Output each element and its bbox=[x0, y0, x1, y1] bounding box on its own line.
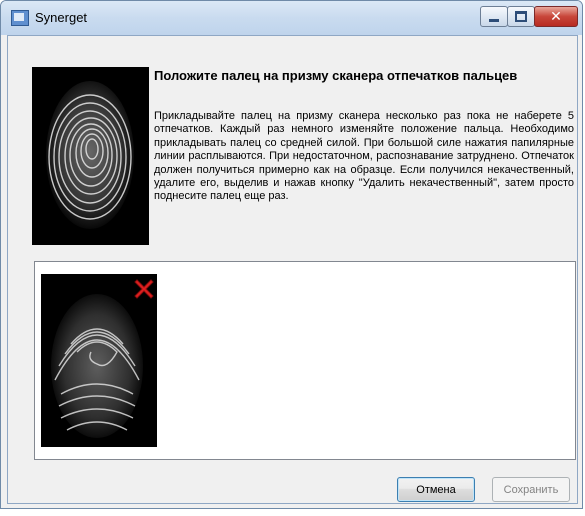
window-title: Synerget bbox=[35, 10, 88, 25]
title-bar[interactable]: Synerget ✕ bbox=[1, 1, 582, 35]
captured-print-item[interactable] bbox=[41, 274, 157, 447]
minimize-button[interactable] bbox=[480, 6, 508, 27]
maximize-icon bbox=[515, 11, 527, 22]
cancel-button[interactable]: Отмена bbox=[397, 477, 475, 502]
dialog-content: Положите палец на призму сканера отпечат… bbox=[7, 35, 578, 504]
sample-fingerprint-image bbox=[32, 67, 149, 245]
captured-prints-list[interactable] bbox=[34, 261, 576, 460]
close-button[interactable]: ✕ bbox=[534, 6, 578, 27]
maximize-button[interactable] bbox=[507, 6, 535, 27]
instruction-heading: Положите палец на призму сканера отпечат… bbox=[154, 68, 518, 83]
app-window: Synerget ✕ Положите палец на призму скан… bbox=[0, 0, 583, 509]
minimize-icon bbox=[489, 19, 499, 22]
red-x-icon[interactable] bbox=[131, 276, 157, 302]
instruction-text: Прикладывайте палец на призму сканера не… bbox=[154, 110, 574, 203]
app-window-icon bbox=[11, 10, 29, 26]
save-button[interactable]: Сохранить bbox=[492, 477, 570, 502]
close-icon: ✕ bbox=[550, 8, 562, 25]
